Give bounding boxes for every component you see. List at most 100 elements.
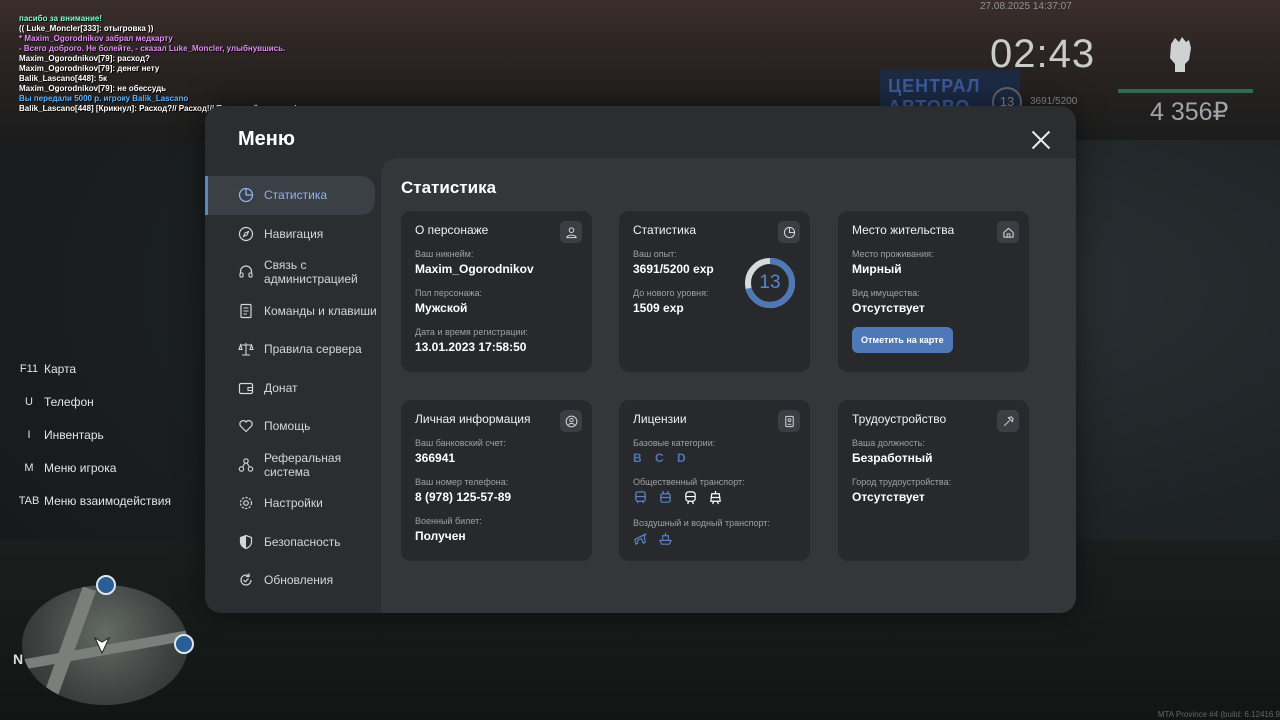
field-label: Ваш никнейм: [415, 249, 474, 259]
refresh-icon [237, 572, 254, 589]
nav-label: Связь с администрацией [264, 258, 358, 287]
pie-chart-icon[interactable] [778, 221, 800, 243]
hotkey-list: F11 Карта U Телефон I Инвентарь M Меню игрок… [14, 352, 171, 517]
nav-item-donate[interactable]: Донат [205, 369, 381, 408]
field-label: Общественный транспорт: [633, 477, 745, 487]
employment-card: Трудоустройство Ваша должность: Безработ… [838, 400, 1029, 561]
chat-line: - Всего доброго. Не болейте, - сказал Lu… [19, 44, 286, 53]
user-icon[interactable] [560, 221, 582, 243]
nav-label: Правила сервера [264, 342, 362, 357]
mark-on-map-button[interactable]: Отметить на карте [852, 327, 953, 353]
field-label: Ваш номер телефона: [415, 477, 509, 487]
field-label: Ваша должность: [852, 438, 925, 448]
nav-label: Навигация [264, 226, 324, 241]
nav-item-settings[interactable]: Настройки [205, 484, 381, 523]
player-arrow-icon [93, 636, 111, 655]
card-title: Статистика [633, 223, 697, 237]
nav-label: Безопасность [264, 534, 341, 549]
card-title: Лицензии [633, 412, 687, 426]
hotkey-label: Меню игрока [44, 460, 117, 475]
nav-item-updates[interactable]: Обновления [205, 561, 381, 600]
field-label: Пол персонажа: [415, 288, 483, 298]
hotkey-row: TAB Меню взаимодействия [14, 484, 171, 517]
nav-label: Реферальная система [264, 450, 342, 479]
military-id-value: Получен [415, 529, 466, 543]
airplane-icon [633, 531, 649, 547]
hud-health-bar [1118, 89, 1253, 93]
nav-label: Помощь [264, 419, 311, 434]
nav-item-statistics[interactable]: Статистика [205, 176, 375, 215]
level-value: 13 [759, 272, 781, 293]
shield-icon [237, 533, 254, 550]
nav-item-referral[interactable]: Реферальная система [205, 446, 381, 485]
field-label: Дата и время регистрации: [415, 327, 528, 337]
property-value: Отсутствует [852, 301, 925, 315]
document-icon [237, 302, 254, 319]
headset-icon [237, 264, 254, 281]
menu-sidebar: Статистика Навигация Связь с администрац… [205, 176, 381, 600]
air-water-licenses [633, 531, 796, 547]
field-label: Вид имущества: [852, 288, 920, 298]
nav-label: Команды и клавиши [264, 303, 377, 318]
card-title: Личная информация [415, 412, 531, 426]
phone-value: 8 (978) 125-57-89 [415, 490, 512, 504]
pie-chart-icon [237, 187, 254, 204]
hotkey-label: Карта [44, 361, 77, 376]
license-categories: B C D [633, 451, 691, 465]
hotkey-label: Телефон [44, 394, 94, 409]
nav-item-navigation[interactable]: Навигация [205, 215, 381, 254]
scales-icon [237, 341, 254, 358]
nickname-value: Maxim_Ogorodnikov [415, 262, 534, 276]
hotkey-key: F11 [19, 362, 39, 375]
card-title: О персонаже [415, 223, 489, 237]
character-card: О персонаже Ваш никнейм: Maxim_Ogorodnik… [401, 211, 592, 372]
tram-icon [708, 490, 724, 506]
hud-clock: 02:43 [990, 32, 1096, 76]
bus-icon [633, 490, 649, 506]
chat-log: пасибо за внимание! (( Luke_Moncler[333]… [19, 14, 297, 114]
registration-value: 13.01.2023 17:58:50 [415, 340, 527, 354]
stats-panel: Статистика О персонаже Ваш никнейм: Maxi… [381, 158, 1076, 613]
nav-item-commands[interactable]: Команды и клавиши [205, 292, 381, 331]
train-icon [683, 490, 699, 506]
nav-item-admin-contact[interactable]: Связь с администрацией [205, 253, 381, 292]
content-title: Статистика [401, 178, 497, 197]
hotkey-row: U Телефон [14, 385, 171, 418]
public-transport-licenses [633, 490, 796, 506]
compass-icon [237, 225, 254, 242]
residence-card: Место жительства Место проживания: Мирны… [838, 211, 1029, 372]
nav-item-rules[interactable]: Правила сервера [205, 330, 381, 369]
card-title: Трудоустройство [852, 412, 947, 426]
chat-line: Maxim_Ogorodnikov[79]: денег нету [19, 64, 160, 73]
field-label: Базовые категории: [633, 438, 716, 448]
boat-icon [658, 531, 674, 547]
hotkey-label: Меню взаимодействия [44, 493, 171, 508]
id-badge-icon[interactable] [778, 410, 800, 432]
minimap-north-label: N [13, 651, 24, 667]
nav-item-security[interactable]: Безопасность [205, 523, 381, 562]
chat-line: Вы передали 5000 р. игроку Balik_Lascano [19, 94, 189, 103]
menu-title: Меню [238, 128, 295, 150]
hotkey-row: F11 Карта [14, 352, 171, 385]
nav-label: Донат [264, 380, 298, 395]
licenses-card: Лицензии Базовые категории: B C D Общест… [619, 400, 810, 561]
nav-label: Статистика [264, 188, 328, 203]
field-label: Город трудоустройства: [852, 477, 952, 487]
home-icon[interactable] [997, 221, 1019, 243]
close-icon[interactable] [1031, 130, 1051, 150]
hotkey-key: I [27, 428, 31, 441]
field-label: Воздушный и водный транспорт: [633, 518, 770, 528]
employment-city-value: Отсутствует [852, 490, 925, 504]
bank-account-value: 366941 [415, 451, 456, 465]
minimap[interactable] [22, 585, 188, 705]
hotkey-row: I Инвентарь [14, 418, 171, 451]
chat-line: Balik_Lascano[448]: 5к [19, 74, 108, 83]
nav-item-help[interactable]: Помощь [205, 407, 381, 446]
heart-hand-icon [237, 418, 254, 435]
user-circle-icon[interactable] [560, 410, 582, 432]
hotkey-key: M [24, 461, 34, 474]
nav-label: Настройки [264, 496, 323, 511]
field-label: Ваш банковский счет: [415, 438, 506, 448]
hammer-icon[interactable] [997, 410, 1019, 432]
personal-info-card: Личная информация Ваш банковский счет: 3… [401, 400, 592, 561]
